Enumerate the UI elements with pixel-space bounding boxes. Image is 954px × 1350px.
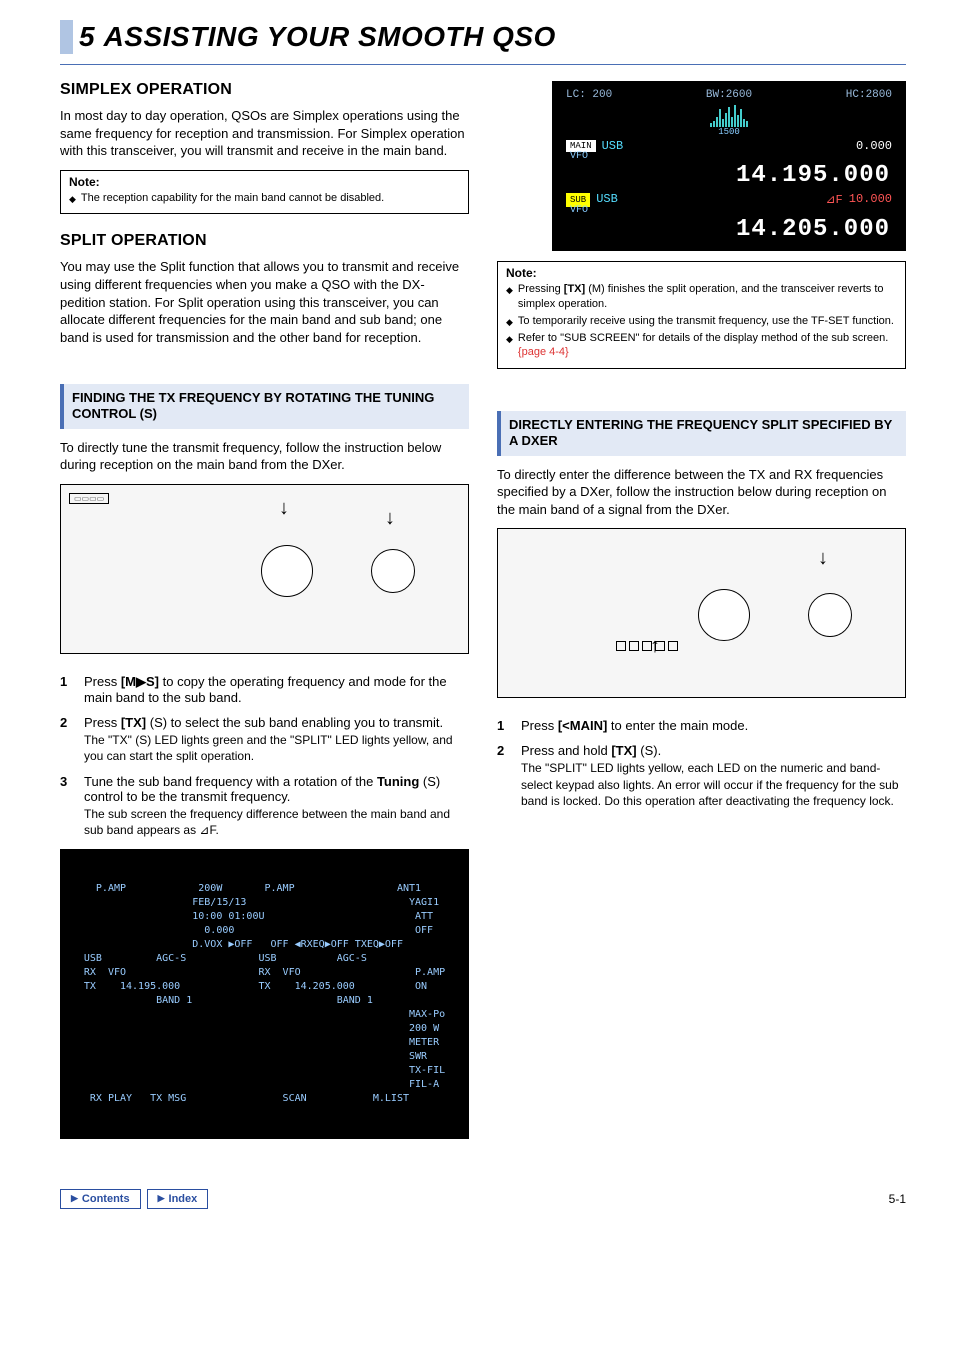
subsection-direct-entry: DIRECTLY ENTERING THE FREQUENCY SPLIT SP…	[497, 411, 906, 456]
step-sub: The "TX" (S) LED lights green and the "S…	[84, 732, 469, 764]
step-sub: The "SPLIT" LED lights yellow, each LED …	[521, 760, 906, 809]
lcd-vfo: VFO	[560, 205, 898, 216]
step-sub: The sub screen the frequency difference …	[84, 806, 469, 838]
note-box-split: Note: Pressing [TX] (M) finishes the spl…	[497, 261, 906, 369]
key-label: [TX]	[121, 715, 146, 730]
note-text: Refer to "SUB SCREEN" for details of the…	[518, 331, 897, 361]
title-rule	[60, 64, 906, 65]
step-1: 1 Press [<MAIN] to enter the main mode.	[497, 718, 906, 733]
key-label: Tuning	[377, 774, 419, 789]
lcd-df-value: 10.000	[849, 192, 892, 206]
finding-tx-para: To directly tune the transmit frequency,…	[60, 439, 469, 474]
step-3: 3 Tune the sub band frequency with a rot…	[60, 774, 469, 838]
page-footer: Contents Index 5-1	[60, 1189, 906, 1209]
lcd-lc: LC: 200	[566, 89, 612, 101]
step-2: 2 Press and hold [TX] (S). The "SPLIT" L…	[497, 743, 906, 809]
lcd-bw: BW:2600	[706, 89, 752, 101]
note-text: Pressing [TX] (M) finishes the split ope…	[518, 282, 897, 312]
section-simplex-title: SIMPLEX OPERATION	[60, 81, 469, 99]
step-number: 2	[60, 715, 84, 764]
transceiver-screen: P.AMP 200W P.AMP ANT1 FEB/15/13 YAGI1 10…	[60, 849, 469, 1139]
chapter-header: 5 ASSISTING YOUR SMOOTH QSO	[60, 20, 906, 54]
key-label: [TX]	[611, 743, 636, 758]
section-split-title: SPLIT OPERATION	[60, 232, 469, 250]
step-number: 2	[497, 743, 521, 809]
right-column: LC: 200 BW:2600 HC:2800 1500 MAIN USB 0.…	[497, 81, 906, 1159]
note-title: Note:	[69, 175, 460, 189]
subsection-finding-tx: FINDING THE TX FREQUENCY BY ROTATING THE…	[60, 384, 469, 429]
lcd-hc: HC:2800	[846, 89, 892, 101]
lcd-vfo: VFO	[560, 151, 898, 162]
note-title: Note:	[506, 266, 897, 280]
note-text: To temporarily receive using the transmi…	[518, 314, 894, 329]
split-para: You may use the Split function that allo…	[60, 258, 469, 346]
lcd-waveform-icon	[560, 105, 898, 127]
chapter-number: 5	[79, 21, 94, 53]
page-number: 5-1	[889, 1192, 906, 1206]
lcd-mode: USB	[596, 192, 618, 206]
key-label: [M▶S]	[121, 674, 159, 689]
lcd-main-freq: 14.195.000	[560, 162, 898, 189]
lcd-tick: 1500	[718, 127, 740, 137]
transceiver-diagram-left: ↓ ↓ ▭▭▭▭	[60, 484, 469, 654]
transceiver-diagram-right: ↑ ↓	[497, 528, 906, 698]
step-number: 1	[60, 674, 84, 705]
contents-button[interactable]: Contents	[60, 1189, 141, 1209]
index-button[interactable]: Index	[147, 1189, 209, 1209]
accent-bar	[60, 20, 73, 54]
lcd-sub-freq: 14.205.000	[560, 216, 898, 243]
key-label: [<MAIN]	[558, 718, 607, 733]
chapter-title: ASSISTING YOUR SMOOTH QSO	[104, 21, 556, 53]
lcd-subscreen: LC: 200 BW:2600 HC:2800 1500 MAIN USB 0.…	[552, 81, 906, 251]
page-xref[interactable]: {page 4-4}	[518, 346, 569, 358]
step-1: 1 Press [M▶S] to copy the operating freq…	[60, 674, 469, 705]
left-column: SIMPLEX OPERATION In most day to day ope…	[60, 81, 469, 1159]
note-text: The reception capability for the main ba…	[81, 191, 384, 206]
step-2: 2 Press [TX] (S) to select the sub band …	[60, 715, 469, 764]
step-number: 3	[60, 774, 84, 838]
direct-entry-para: To directly enter the difference between…	[497, 466, 906, 519]
simplex-para: In most day to day operation, QSOs are S…	[60, 107, 469, 160]
note-box-simplex: Note: The reception capability for the m…	[60, 170, 469, 215]
step-number: 1	[497, 718, 521, 733]
